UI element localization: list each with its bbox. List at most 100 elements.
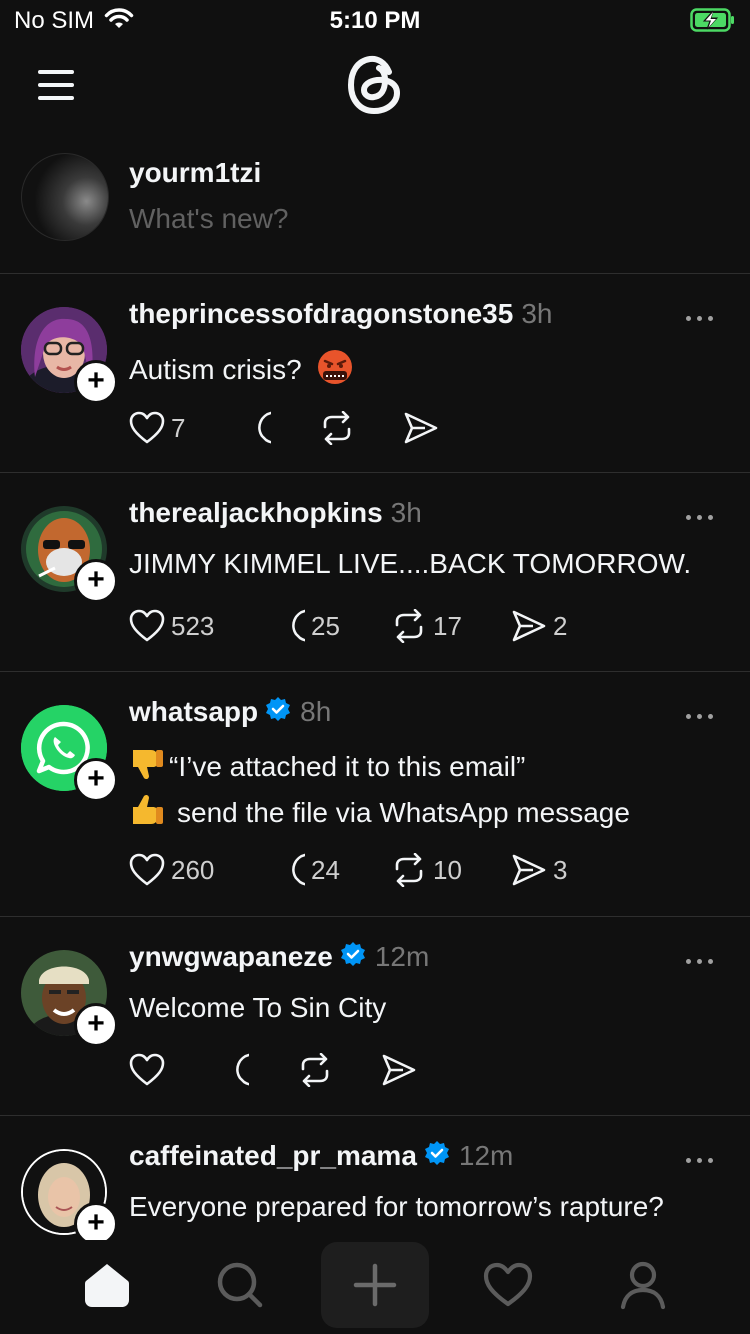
more-options-icon[interactable]: [686, 308, 720, 321]
like-button[interactable]: 260: [129, 850, 214, 890]
post-item: + caffeinated_pr_mama 12m Everyone prepar…: [0, 1116, 750, 1240]
post-time: 12m: [374, 941, 430, 972]
send-icon: [382, 1054, 416, 1086]
composer-username: yourm1tzi: [129, 157, 262, 188]
post-time: 3h: [390, 497, 422, 528]
repost-button[interactable]: 10: [391, 850, 462, 890]
heart-icon: [129, 609, 165, 642]
share-button[interactable]: [381, 1050, 423, 1090]
post-header: ynwgwapaneze 12m: [129, 941, 429, 973]
post-text-line: send the file via WhatsApp message: [129, 792, 630, 829]
comment-icon: [236, 1053, 249, 1086]
repost-count: 10: [433, 854, 462, 885]
like-button[interactable]: 523: [129, 606, 214, 646]
nav-home[interactable]: [67, 1250, 147, 1320]
heart-icon: [129, 1053, 165, 1086]
share-button[interactable]: 3: [511, 850, 567, 890]
post-time: 3h: [521, 298, 553, 329]
post-username[interactable]: therealjackhopkins: [129, 497, 383, 528]
self-avatar[interactable]: [21, 153, 109, 241]
like-count: 523: [171, 610, 215, 641]
reply-button[interactable]: [235, 408, 277, 448]
post-username[interactable]: theprincessofdragonstone35: [129, 298, 513, 329]
post-time: 8h: [300, 696, 332, 727]
follow-button[interactable]: +: [74, 1202, 118, 1240]
bottom-nav: [0, 1240, 750, 1334]
like-button[interactable]: 7: [129, 408, 185, 448]
menu-bar-icon: [38, 96, 74, 100]
send-icon: [512, 854, 546, 886]
home-icon: [85, 1264, 129, 1307]
post-header: theprincessofdragonstone35 3h: [129, 298, 552, 330]
nav-search[interactable]: [200, 1250, 280, 1320]
post-time: 12m: [458, 1140, 514, 1171]
more-options-icon[interactable]: [686, 951, 720, 964]
share-count: 2: [553, 610, 568, 641]
post-item: + therealjackhopkins 3h JIMMY KIMMEL LIVE…: [0, 473, 750, 672]
post-item: + ynwgwapaneze 12m Welcome To Sin City: [0, 917, 750, 1116]
menu-bar-icon: [38, 83, 74, 87]
reply-button[interactable]: [213, 1050, 255, 1090]
follow-button[interactable]: +: [74, 559, 118, 603]
face-with-symbols-emoji: [318, 350, 353, 384]
share-button[interactable]: [403, 408, 445, 448]
profile-icon: [620, 1261, 666, 1310]
post-text: Everyone prepared for tomorrow’s rapture…: [129, 1191, 664, 1222]
nav-activity[interactable]: [468, 1250, 548, 1320]
reply-button[interactable]: 24: [269, 850, 340, 890]
battery-charging-icon: [690, 8, 734, 32]
post-username[interactable]: whatsapp: [129, 696, 258, 727]
reply-button[interactable]: 25: [269, 606, 340, 646]
follow-button[interactable]: +: [74, 758, 118, 802]
repost-icon: [323, 411, 351, 445]
follow-button[interactable]: +: [74, 360, 118, 404]
post-text: JIMMY KIMMEL LIVE....BACK TOMORROW.: [129, 548, 692, 579]
repost-button[interactable]: [319, 408, 361, 448]
like-count: 260: [171, 854, 215, 885]
more-options-icon[interactable]: [686, 706, 720, 719]
follow-button[interactable]: +: [74, 1003, 118, 1047]
post-text-line-2: send the file via WhatsApp message: [177, 797, 630, 828]
post-text-line: “I’ve attached it to this email”: [129, 746, 525, 783]
post-text-line-1: “I’ve attached it to this email”: [169, 751, 526, 782]
composer[interactable]: yourm1tzi What's new?: [0, 140, 750, 274]
more-options-icon[interactable]: [686, 1150, 720, 1163]
post-username[interactable]: caffeinated_pr_mama: [129, 1140, 417, 1171]
heart-icon: [483, 1262, 533, 1307]
menu-button[interactable]: [38, 70, 74, 100]
status-time: 5:10 PM: [329, 7, 421, 34]
send-icon: [404, 412, 438, 444]
share-count: 3: [553, 854, 568, 885]
search-icon: [217, 1262, 263, 1308]
more-options-icon[interactable]: [686, 507, 720, 520]
heart-icon: [129, 411, 165, 444]
composer-placeholder[interactable]: What's new?: [129, 203, 288, 235]
post-text: Welcome To Sin City: [129, 992, 387, 1023]
post-item: + theprincessofdragonstone35 3h Autism cr…: [0, 274, 750, 473]
threads-logo[interactable]: [343, 52, 407, 118]
repost-icon: [395, 609, 423, 643]
repost-button[interactable]: 17: [391, 606, 462, 646]
reply-count: 25: [311, 610, 340, 641]
post-item: + whatsapp 8h “I’ve attached it to this e…: [0, 672, 750, 917]
comment-icon: [292, 853, 305, 886]
post-text-line: Autism crisis?: [129, 354, 302, 385]
verified-badge-icon: [340, 942, 365, 966]
plus-icon: [353, 1263, 397, 1307]
post-header: whatsapp 8h: [129, 696, 331, 728]
repost-button[interactable]: [297, 1050, 339, 1090]
post-username[interactable]: ynwgwapaneze: [129, 941, 333, 972]
like-count: 7: [171, 412, 186, 443]
repost-icon: [395, 853, 423, 887]
repost-icon: [301, 1053, 329, 1087]
comment-icon: [292, 609, 305, 642]
send-icon: [512, 610, 546, 642]
heart-icon: [129, 853, 165, 886]
repost-count: 17: [433, 610, 462, 641]
post-text: Autism crisis?: [129, 349, 353, 386]
comment-icon: [258, 411, 271, 444]
share-button[interactable]: 2: [511, 606, 567, 646]
nav-create[interactable]: [321, 1242, 429, 1328]
like-button[interactable]: [129, 1050, 171, 1090]
nav-profile[interactable]: [603, 1250, 683, 1320]
